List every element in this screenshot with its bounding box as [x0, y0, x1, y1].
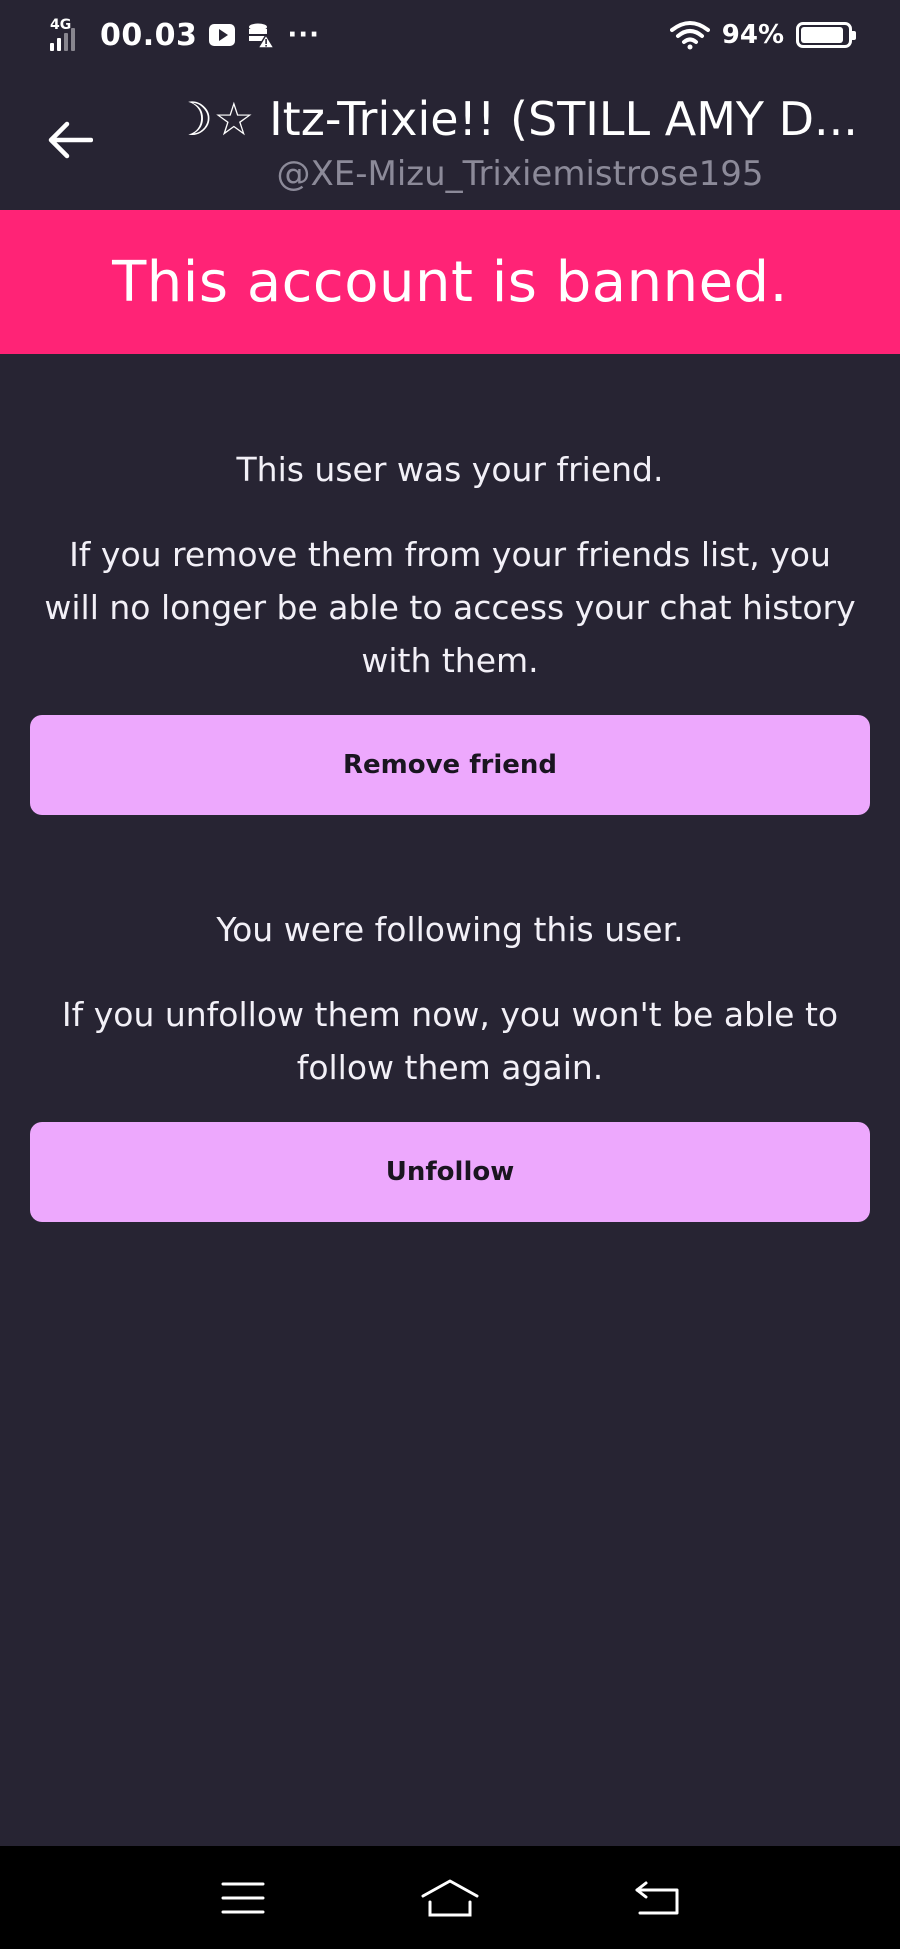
status-bar: 4G 00.03 ··· 94%	[0, 0, 900, 70]
menu-icon	[221, 1882, 265, 1913]
system-nav-bar	[0, 1846, 900, 1949]
youtube-icon	[209, 24, 236, 46]
unfollow-warning: If you unfollow them now, you won't be a…	[61, 995, 839, 1087]
storage-warning-icon	[249, 23, 276, 49]
status-right: 94%	[669, 20, 856, 50]
arrow-left-icon	[48, 121, 93, 159]
battery-icon	[796, 22, 856, 48]
profile-header: ☽☆ Itz-Trixie!! (STILL AMY D... @XE-Mizu…	[0, 70, 900, 210]
signal-icon: 4G	[48, 17, 88, 53]
screen: 4G 00.03 ··· 94% ☽☆ Itz-Trixie!! (STILL …	[0, 0, 900, 1949]
profile-title: ☽☆ Itz-Trixie!! (STILL AMY D...	[172, 92, 858, 146]
banned-banner-text: This account is banned.	[112, 249, 788, 315]
back-button[interactable]	[38, 108, 102, 172]
more-notifications-indicator: ···	[287, 20, 321, 50]
status-time: 00.03	[100, 17, 198, 53]
network-type: 4G	[50, 17, 72, 33]
friend-status-heading: This user was your friend.	[236, 450, 664, 489]
unfollow-button[interactable]: Unfollow	[30, 1122, 870, 1222]
status-left: 4G 00.03 ···	[48, 17, 320, 53]
remove-friend-button[interactable]: Remove friend	[30, 715, 870, 815]
profile-handle: @XE-Mizu_Trixiemistrose195	[276, 154, 764, 194]
banned-banner: This account is banned.	[0, 210, 900, 354]
follow-status-heading: You were following this user.	[216, 910, 684, 949]
home-icon	[421, 1879, 479, 1916]
home-button[interactable]	[410, 1868, 490, 1928]
wifi-icon	[669, 21, 710, 50]
battery-percent: 94%	[721, 20, 784, 50]
back-nav-icon	[635, 1881, 679, 1914]
system-back-button[interactable]	[617, 1868, 697, 1928]
friend-removal-warning: If you remove them from your friends lis…	[44, 535, 856, 680]
recent-apps-button[interactable]	[203, 1868, 283, 1928]
